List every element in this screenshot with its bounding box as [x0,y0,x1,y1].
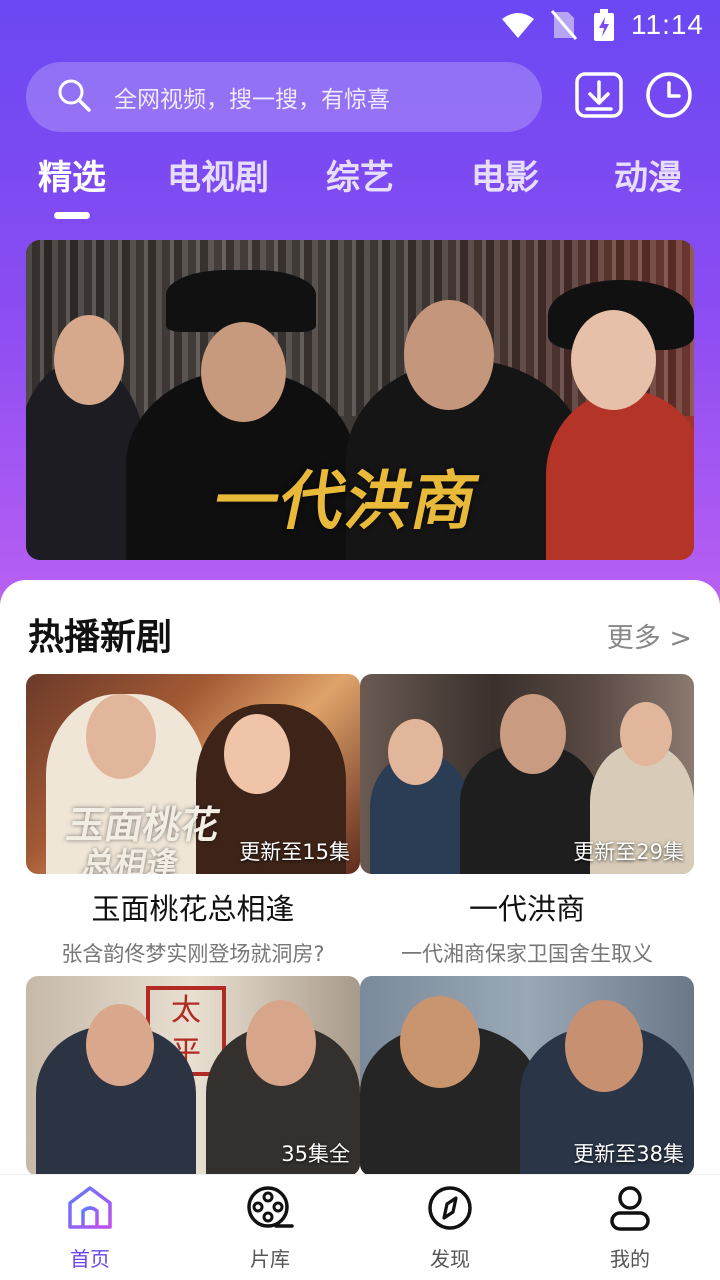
search-placeholder: 全网视频，搜一搜，有惊喜 [114,87,390,113]
nav-home[interactable]: 首页 [0,1175,180,1280]
episode-badge: 35集全 [281,1142,350,1166]
card-thumbnail: 太 平 35集全 [26,976,360,1176]
nav-library[interactable]: 片库 [180,1175,360,1280]
banner-figure-head [54,315,124,405]
download-button[interactable] [574,72,624,122]
thumb-figure-head [388,719,443,785]
thumb-title-art: 玉面桃花 总相逢 [57,802,224,874]
episode-badge: 更新至15集 [239,840,350,864]
thumb-figure-head [86,1004,154,1086]
wifi-icon [501,11,535,39]
tab-anime[interactable]: 动漫 [614,150,682,199]
compass-icon [426,1185,474,1235]
banner-figure-head [571,310,656,410]
thumb-figure-head [620,702,672,766]
thumb-figure-head [224,714,290,794]
bottom-navigation: 首页 片库 发现 我的 [0,1174,720,1280]
search-input[interactable]: 全网视频，搜一搜，有惊喜 [26,62,542,132]
card-thumbnail: 更新至29集 [360,674,694,874]
section-title: 热播新剧 [28,617,173,658]
banner-figure-head [404,300,494,410]
nav-label: 首页 [70,1247,110,1271]
clock-time: 11:14 [631,9,704,40]
drama-card[interactable]: 太 平 35集全 [26,976,360,1176]
card-subtitle: 张含韵佟梦实刚登场就洞房? [61,942,325,966]
nav-label: 片库 [250,1247,290,1271]
search-row: 全网视频，搜一搜，有惊喜 [26,62,694,132]
film-reel-icon [246,1185,294,1235]
nav-profile[interactable]: 我的 [540,1175,720,1280]
no-sim-icon [551,10,577,40]
home-icon [66,1185,114,1235]
search-icon [56,77,92,117]
history-button[interactable] [644,72,694,122]
thumb-figure-head [500,694,566,774]
banner-logo-text: 一代洪商 [206,464,487,539]
tab-variety[interactable]: 综艺 [326,150,394,199]
thumb-figure-head [246,1000,316,1086]
active-tab-indicator [54,212,90,219]
thumb-title-art-line: 总相逢 [78,845,182,874]
tab-tv-series[interactable]: 电视剧 [167,150,269,199]
nav-label: 我的 [610,1247,650,1271]
card-title: 一代洪商 [468,892,585,926]
nav-discover[interactable]: 发现 [360,1175,540,1280]
card-subtitle: 一代湘商保家卫国舍生取义 [401,942,653,966]
drama-card[interactable]: 更新至29集 一代洪商 一代湘商保家卫国舍生取义 [360,674,694,968]
episode-badge: 更新至29集 [573,840,684,864]
thumb-figure-head [86,694,156,779]
app-screen: 11:14 全网视频，搜一搜，有惊喜 精选 电视剧 综艺 电影 动漫 一代洪商 … [0,0,720,1280]
tab-movies[interactable]: 电影 [471,150,539,199]
user-icon [606,1185,654,1235]
download-icon [575,72,623,122]
clock-icon [645,71,693,123]
tab-featured[interactable]: 精选 [38,150,106,199]
episode-badge: 更新至38集 [573,1142,684,1166]
more-link[interactable]: 更多 > [607,616,692,655]
battery-charging-icon [593,9,615,41]
hero-banner[interactable]: 一代洪商 [26,240,694,560]
thumb-figure-head [565,1000,643,1092]
thumb-sign-char: 太 [171,993,201,1028]
thumb-figure-head [400,996,480,1088]
card-title: 玉面桃花总相逢 [91,892,295,926]
drama-card[interactable]: 更新至38集 [360,976,694,1176]
category-tabs: 精选 电视剧 综艺 电影 动漫 [0,150,720,220]
banner-figure-head [201,322,286,422]
card-thumbnail: 玉面桃花 总相逢 更新至15集 [26,674,360,874]
drama-card[interactable]: 玉面桃花 总相逢 更新至15集 玉面桃花总相逢 张含韵佟梦实刚登场就洞房? [26,674,360,968]
status-bar: 11:14 [0,0,720,50]
banner-figure [546,390,694,560]
nav-label: 发现 [430,1247,470,1271]
card-thumbnail: 更新至38集 [360,976,694,1176]
thumb-title-art-line: 玉面桃花 [63,802,224,847]
